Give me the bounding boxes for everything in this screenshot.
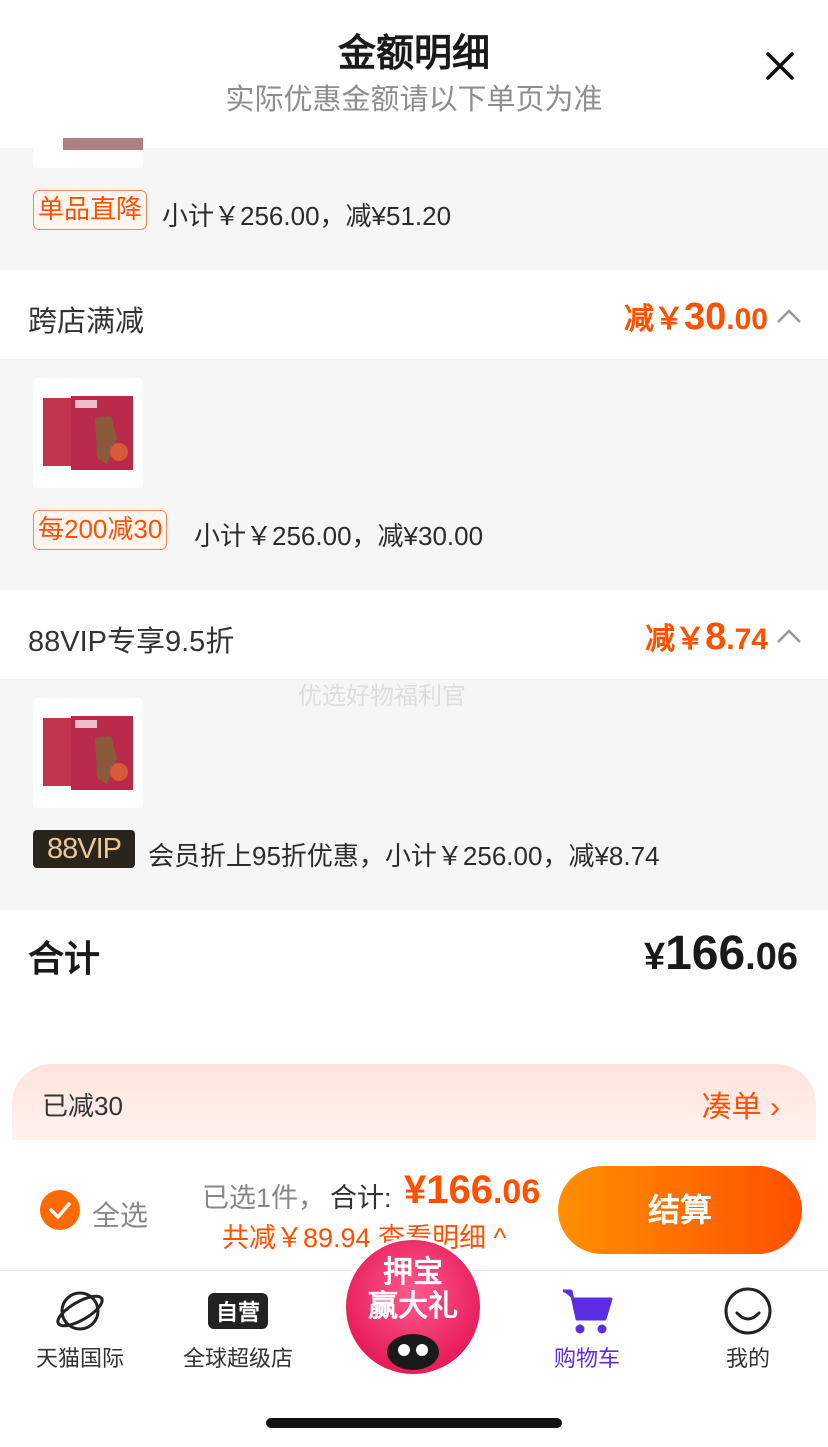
select-all-label[interactable]: 全选 — [92, 1194, 148, 1234]
check-icon — [49, 1202, 71, 1219]
row-amount: 减￥30.00 — [624, 296, 768, 338]
direct-reduction-section: 单品直降 小计￥256.00，减¥51.20 — [0, 58, 828, 270]
subtotal-text: 小计￥256.00，减¥30.00 — [194, 521, 484, 551]
chevron-up-icon[interactable] — [776, 308, 802, 324]
tab-mine[interactable]: 我的 — [668, 1271, 828, 1381]
tab-global-super-store[interactable]: 自营 全球超级店 — [158, 1271, 318, 1381]
vip-badge: 88VIP — [33, 830, 135, 868]
product-thumbnail[interactable] — [33, 378, 143, 488]
tab-label: 购物车 — [553, 1346, 620, 1371]
row-label: 88VIP专享9.5折 — [28, 626, 235, 658]
promo-tag: 单品直降 — [33, 190, 148, 230]
product-image — [33, 698, 143, 808]
subtotal-text: 小计￥256.00，减¥51.20 — [162, 201, 452, 231]
product-image — [33, 378, 143, 488]
total-value: ¥166.06 — [643, 927, 798, 980]
planet-icon — [56, 1291, 104, 1331]
total-label: 合计 — [28, 938, 101, 979]
self-operated-icon: 自营 — [208, 1293, 268, 1329]
product-thumbnail[interactable] — [33, 698, 143, 808]
smile-icon — [724, 1287, 772, 1335]
sum-label: 合计: — [330, 1183, 392, 1213]
add-on-link[interactable]: 凑单 › — [702, 1082, 780, 1126]
tab-label: 天猫国际 — [35, 1346, 124, 1371]
tab-label: 我的 — [725, 1346, 770, 1371]
vip-detail: 88VIP 会员折上95折优惠，小计￥256.00，减¥8.74 — [0, 680, 828, 910]
cross-store-detail: 每200减30 小计￥256.00，减¥30.00 — [0, 360, 828, 590]
close-icon[interactable] — [758, 44, 802, 88]
chevron-up-icon[interactable] — [776, 628, 802, 644]
center-promo-badge[interactable]: 押宝 赢大礼 — [346, 1240, 480, 1374]
cross-store-row[interactable]: 跨店满减 减￥30.00 — [0, 270, 828, 360]
mascot-icon — [387, 1334, 439, 1370]
sum-value: ¥166.06 — [404, 1168, 541, 1212]
select-all-checkbox[interactable] — [40, 1190, 80, 1230]
vip-discount-row[interactable]: 88VIP专享9.5折 减￥8.74 — [0, 590, 828, 680]
subtotal-text: 会员折上95折优惠，小计￥256.00，减¥8.74 — [148, 841, 660, 871]
cart-icon — [563, 1289, 613, 1334]
watermark-text: 优选好物福利官 — [298, 683, 466, 710]
row-amount: 减￥8.74 — [645, 616, 768, 658]
reduced-text: 已减30 — [42, 1091, 123, 1121]
tab-cart[interactable]: 购物车 — [507, 1271, 667, 1381]
product-image — [33, 58, 143, 168]
row-label: 跨店满减 — [28, 306, 145, 338]
tab-label: 全球超级店 — [182, 1346, 293, 1371]
selected-count: 已选1件， — [202, 1183, 326, 1213]
promo-tag: 每200减30 — [33, 510, 168, 550]
svg-text:自营: 自营 — [216, 1300, 260, 1326]
product-thumbnail[interactable] — [33, 58, 143, 168]
home-indicator — [266, 1418, 562, 1428]
checkout-button[interactable]: 结算 — [558, 1166, 802, 1254]
tab-tmall-global[interactable]: 天猫国际 — [0, 1271, 160, 1381]
